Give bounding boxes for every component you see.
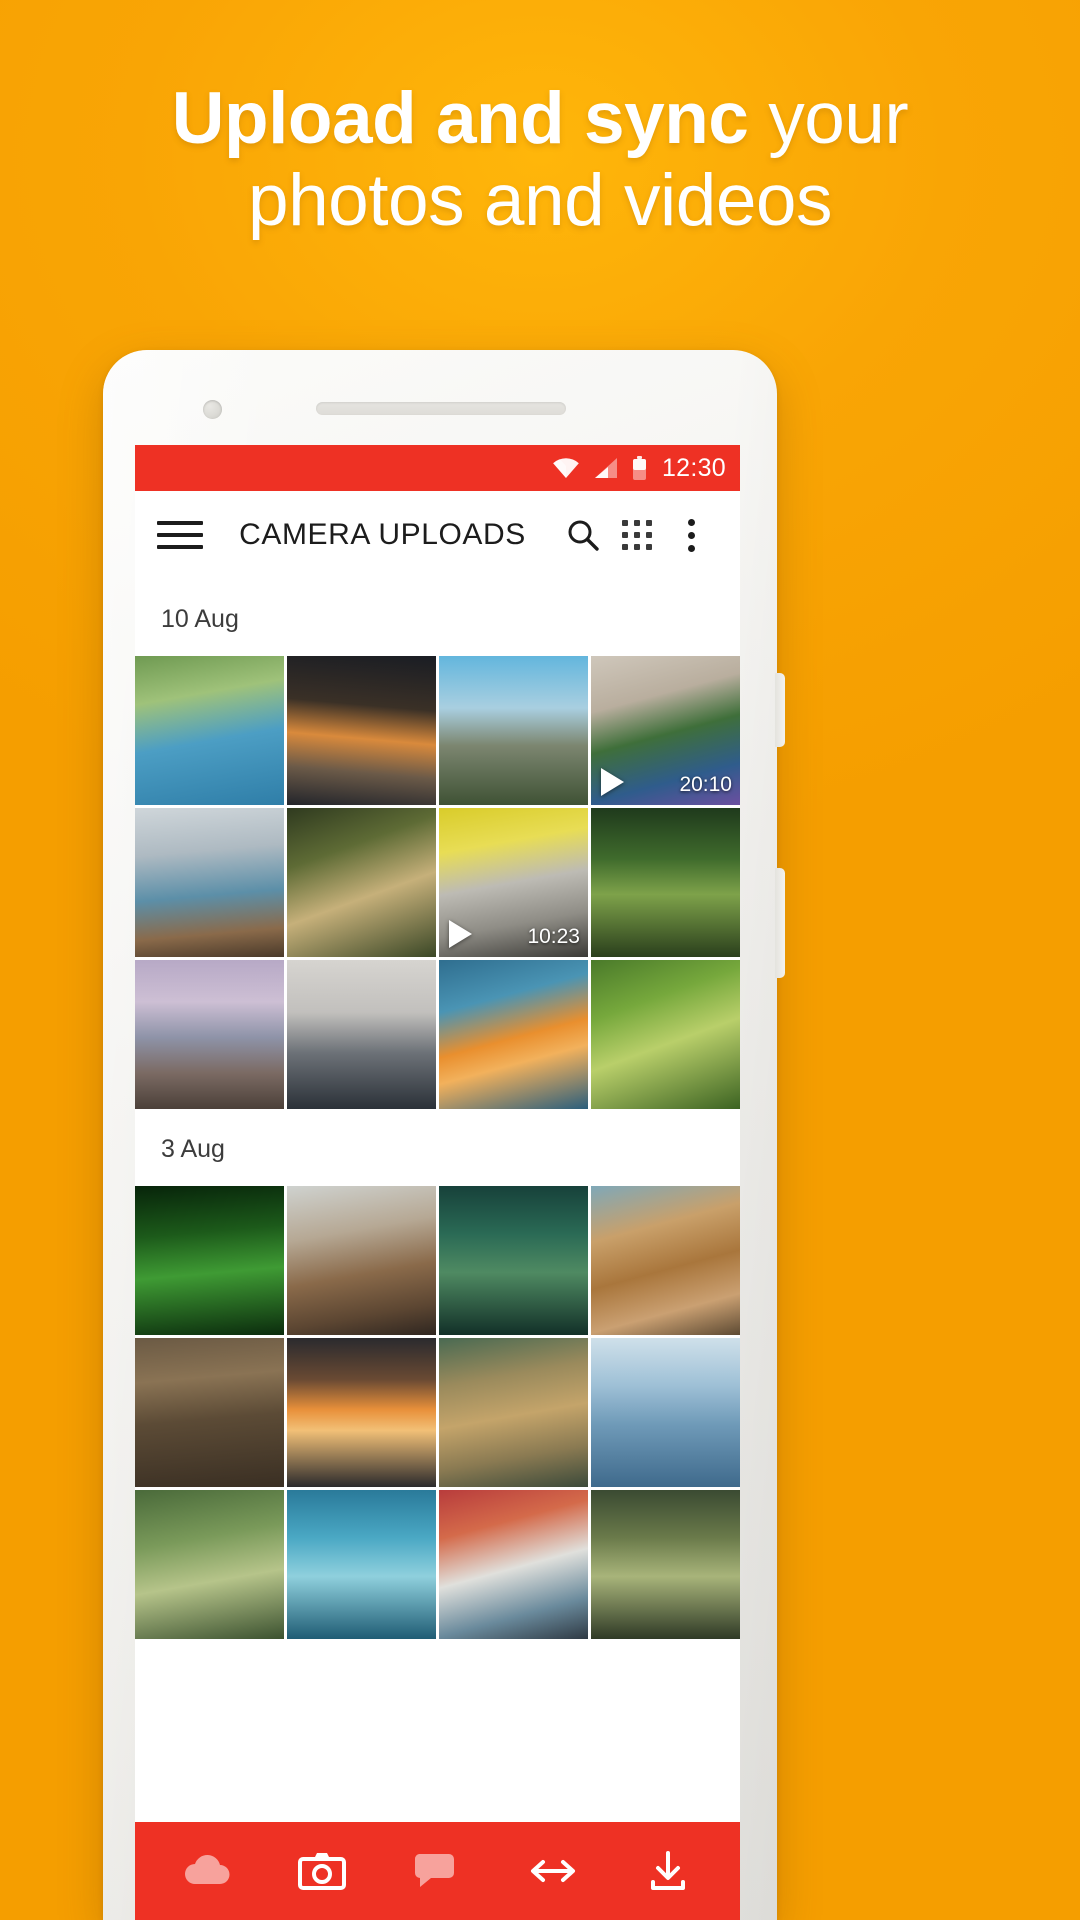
grid-view-icon[interactable] bbox=[610, 508, 664, 562]
phone-screen: 12:30 CAMERA UPLOADS 10 Aug 20:10 10:23 … bbox=[135, 445, 740, 1920]
thumbnail-image bbox=[591, 1186, 740, 1335]
thumbnail-image bbox=[287, 808, 436, 957]
headline-regular-text: your bbox=[748, 78, 909, 159]
thumbnail-image bbox=[439, 1186, 588, 1335]
thumbnail-image bbox=[287, 1490, 436, 1639]
wifi-icon bbox=[553, 458, 579, 478]
camera-uploads-icon bbox=[298, 1853, 347, 1890]
thumbnail-image bbox=[591, 1338, 740, 1487]
gallery-photo-thumbnail[interactable] bbox=[135, 656, 284, 805]
headline-bold-text: Upload and sync bbox=[171, 78, 749, 159]
gallery-photo-thumbnail[interactable] bbox=[287, 1186, 436, 1335]
gallery-photo-thumbnail[interactable] bbox=[287, 656, 436, 805]
gallery-video-thumbnail[interactable]: 20:10 bbox=[591, 656, 740, 805]
promo-headline: Upload and sync your photos and videos bbox=[0, 78, 1080, 242]
transfers-icon bbox=[530, 1860, 575, 1882]
nav-offline[interactable] bbox=[633, 1836, 703, 1906]
gallery-photo-thumbnail[interactable] bbox=[135, 1338, 284, 1487]
volume-button[interactable] bbox=[775, 868, 785, 978]
photo-grid: 20:10 10:23 bbox=[135, 656, 740, 1109]
nav-camera-uploads[interactable] bbox=[287, 1836, 357, 1906]
gallery-photo-thumbnail[interactable] bbox=[287, 960, 436, 1109]
date-header: 10 Aug bbox=[135, 579, 740, 656]
thumbnail-image bbox=[135, 960, 284, 1109]
thumbnail-image bbox=[287, 656, 436, 805]
chat-icon bbox=[415, 1854, 455, 1887]
nav-chat[interactable] bbox=[402, 1836, 472, 1906]
earpiece-speaker bbox=[316, 402, 566, 415]
gallery-photo-thumbnail[interactable] bbox=[287, 1338, 436, 1487]
hamburger-menu-icon[interactable] bbox=[157, 512, 203, 558]
download-icon bbox=[651, 1851, 686, 1890]
gallery-video-thumbnail[interactable]: 10:23 bbox=[439, 808, 588, 957]
cloud-drive-icon bbox=[184, 1855, 230, 1884]
thumbnail-image bbox=[591, 1490, 740, 1639]
cellular-signal-icon bbox=[594, 458, 617, 478]
app-bar: CAMERA UPLOADS bbox=[135, 491, 740, 579]
nav-cloud-drive[interactable] bbox=[172, 1836, 242, 1906]
gallery-photo-thumbnail[interactable] bbox=[439, 960, 588, 1109]
thumbnail-image bbox=[287, 1186, 436, 1335]
gallery-photo-thumbnail[interactable] bbox=[591, 1490, 740, 1639]
thumbnail-image bbox=[591, 960, 740, 1109]
headline-line-two: photos and videos bbox=[247, 159, 833, 241]
thumbnail-image bbox=[135, 656, 284, 805]
gallery-photo-thumbnail[interactable] bbox=[591, 1338, 740, 1487]
video-duration-badge: 20:10 bbox=[679, 773, 732, 796]
thumbnail-image bbox=[439, 960, 588, 1109]
page-title: CAMERA UPLOADS bbox=[239, 518, 526, 551]
thumbnail-image bbox=[439, 1490, 588, 1639]
thumbnail-image bbox=[135, 1186, 284, 1335]
search-icon[interactable] bbox=[556, 508, 610, 562]
battery-icon bbox=[632, 456, 646, 480]
status-bar: 12:30 bbox=[135, 445, 740, 491]
gallery-photo-thumbnail[interactable] bbox=[591, 1186, 740, 1335]
gallery-photo-thumbnail[interactable] bbox=[591, 808, 740, 957]
gallery-photo-thumbnail[interactable] bbox=[287, 808, 436, 957]
play-icon bbox=[601, 768, 624, 796]
gallery-photo-thumbnail[interactable] bbox=[439, 1490, 588, 1639]
gallery-photo-thumbnail[interactable] bbox=[135, 808, 284, 957]
photo-grid bbox=[135, 1186, 740, 1639]
gallery-photo-thumbnail[interactable] bbox=[135, 1186, 284, 1335]
nav-transfers[interactable] bbox=[518, 1836, 588, 1906]
gallery-photo-thumbnail[interactable] bbox=[439, 1186, 588, 1335]
gallery-photo-thumbnail[interactable] bbox=[287, 1490, 436, 1639]
video-duration-badge: 10:23 bbox=[527, 925, 580, 948]
date-header: 3 Aug bbox=[135, 1109, 740, 1186]
bottom-navigation bbox=[135, 1822, 740, 1920]
thumbnail-image bbox=[287, 1338, 436, 1487]
thumbnail-image bbox=[439, 1338, 588, 1487]
gallery-photo-thumbnail[interactable] bbox=[439, 656, 588, 805]
thumbnail-image bbox=[135, 808, 284, 957]
thumbnail-image bbox=[135, 1490, 284, 1639]
thumbnail-image bbox=[439, 656, 588, 805]
play-icon bbox=[449, 920, 472, 948]
gallery-photo-thumbnail[interactable] bbox=[591, 960, 740, 1109]
front-camera-lens bbox=[203, 400, 222, 419]
photo-gallery[interactable]: 10 Aug 20:10 10:23 3 Aug bbox=[135, 579, 740, 1639]
gallery-photo-thumbnail[interactable] bbox=[439, 1338, 588, 1487]
power-button[interactable] bbox=[775, 673, 785, 747]
status-bar-time: 12:30 bbox=[661, 453, 726, 482]
thumbnail-image bbox=[135, 1338, 284, 1487]
overflow-menu-icon[interactable] bbox=[664, 508, 718, 562]
gallery-photo-thumbnail[interactable] bbox=[135, 960, 284, 1109]
phone-mockup: 12:30 CAMERA UPLOADS 10 Aug 20:10 10:23 … bbox=[103, 350, 785, 1920]
gallery-photo-thumbnail[interactable] bbox=[135, 1490, 284, 1639]
thumbnail-image bbox=[591, 808, 740, 957]
thumbnail-image bbox=[287, 960, 436, 1109]
